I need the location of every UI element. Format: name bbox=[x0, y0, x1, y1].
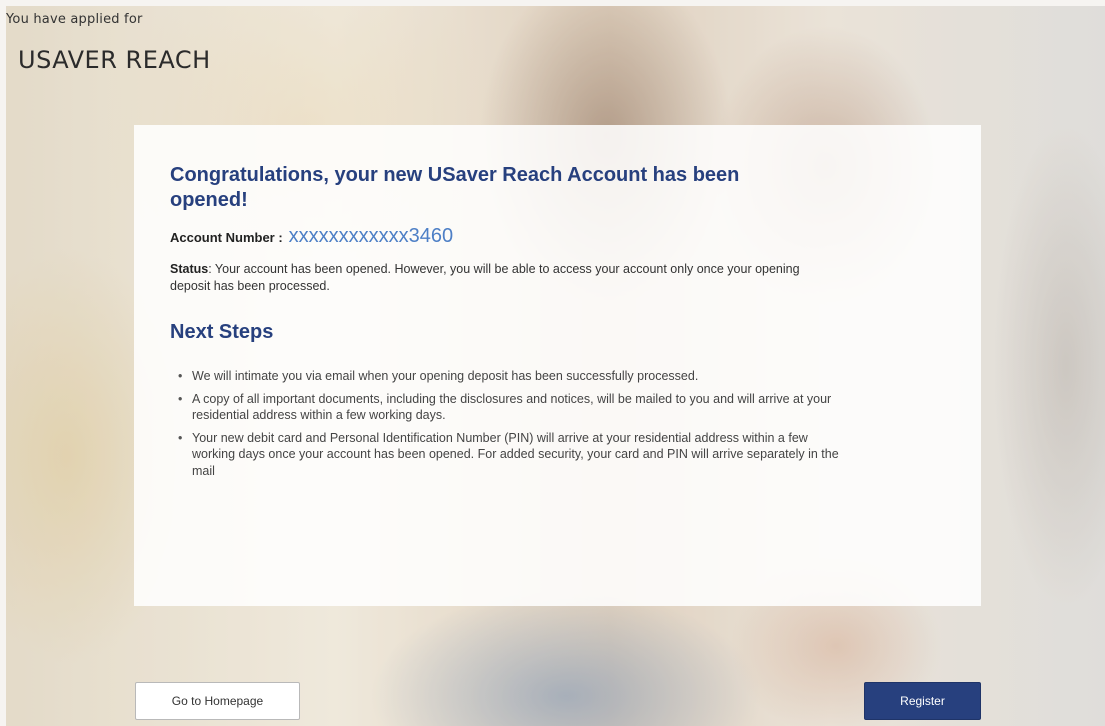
confirmation-headline: Congratulations, your new USaver Reach A… bbox=[170, 164, 740, 211]
next-step-text: A copy of all important documents, inclu… bbox=[192, 391, 832, 423]
next-step-item: • We will intimate you via email when you… bbox=[178, 368, 852, 385]
next-step-item: • A copy of all important documents, incl… bbox=[178, 391, 852, 424]
next-step-text: We will intimate you via email when your… bbox=[192, 369, 699, 383]
bullet-icon: • bbox=[178, 391, 183, 406]
status-text: : Your account has been opened. However,… bbox=[170, 262, 800, 293]
product-title: USAVER REACH bbox=[18, 46, 211, 74]
account-number-label: Account Number : bbox=[170, 230, 283, 245]
next-steps-list: • We will intimate you via email when you… bbox=[170, 368, 852, 479]
next-steps-title: Next Steps bbox=[170, 321, 274, 343]
next-step-item: • Your new debit card and Personal Identi… bbox=[178, 430, 852, 480]
account-number-value: xxxxxxxxxxxx3460 bbox=[288, 225, 454, 247]
status-label: Status bbox=[170, 262, 209, 276]
bullet-icon: • bbox=[178, 430, 183, 445]
go-to-homepage-button[interactable]: Go to Homepage bbox=[135, 682, 300, 720]
next-step-text: Your new debit card and Personal Identif… bbox=[192, 430, 839, 478]
register-button[interactable]: Register bbox=[864, 682, 981, 720]
account-number-row: Account Number : xxxxxxxxxxxx3460 bbox=[170, 225, 790, 249]
status-message: Status: Your account has been opened. Ho… bbox=[170, 261, 810, 295]
applied-for-label: You have applied for bbox=[6, 12, 143, 27]
confirmation-card: Congratulations, your new USaver Reach A… bbox=[134, 125, 981, 606]
confirmation-content: Congratulations, your new USaver Reach A… bbox=[170, 163, 839, 485]
bullet-icon: • bbox=[178, 369, 183, 383]
page: You have applied for USAVER REACH Congra… bbox=[0, 0, 1105, 726]
